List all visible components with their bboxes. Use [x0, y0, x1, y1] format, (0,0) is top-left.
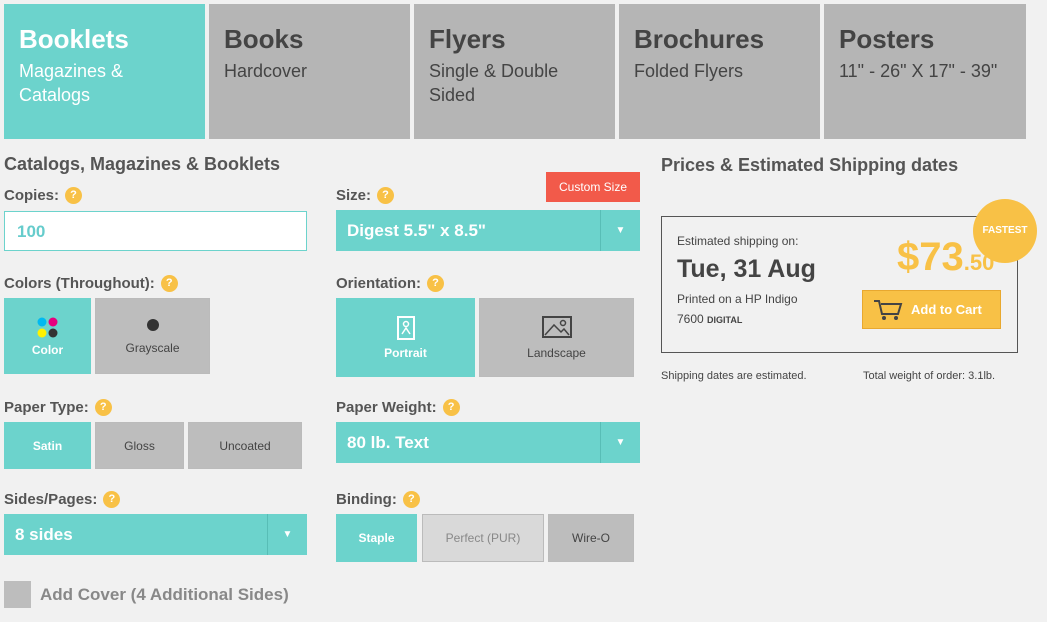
sides-select-value: 8 sides: [15, 524, 73, 544]
custom-size-button[interactable]: Custom Size: [546, 172, 640, 202]
tab-subtitle: 11" - 26" X 17" - 39": [839, 61, 998, 81]
paper-weight-select[interactable]: 80 lb. Text ▼: [336, 422, 640, 463]
size-select[interactable]: Digest 5.5" x 8.5" ▼: [336, 210, 640, 251]
sides-label: Sides/Pages: ?: [4, 491, 121, 508]
tab-posters[interactable]: Posters 11" - 26" X 17" - 39": [824, 4, 1026, 139]
add-cover-checkbox[interactable]: [4, 581, 31, 608]
orientation-label-text: Orientation:: [336, 275, 421, 292]
tab-subtitle: Magazines & Catalogs: [19, 61, 124, 105]
paper-type-label-text: Paper Type:: [4, 399, 89, 416]
shipping-note: Shipping dates are estimated.: [661, 370, 807, 382]
size-select-value: Digest 5.5" x 8.5": [347, 220, 486, 240]
paper-weight-label: Paper Weight: ?: [336, 399, 460, 416]
color-option-color[interactable]: Color: [4, 298, 91, 374]
estimated-shipping-label: Estimated shipping on:: [677, 234, 799, 248]
chevron-down-icon: ▼: [600, 210, 640, 251]
orientation-label: Orientation: ?: [336, 275, 444, 292]
sides-label-text: Sides/Pages:: [4, 491, 98, 508]
binding-option-label: Wire-O: [572, 531, 610, 545]
help-icon[interactable]: ?: [442, 399, 460, 416]
portrait-label: Portrait: [384, 345, 427, 360]
paper-weight-label-text: Paper Weight:: [336, 399, 437, 416]
binding-option-label: Perfect (PUR): [445, 531, 521, 545]
add-cover-label: Add Cover (4 Additional Sides): [40, 585, 289, 604]
help-icon[interactable]: ?: [427, 275, 444, 292]
help-icon[interactable]: ?: [103, 491, 121, 508]
landscape-icon: [541, 315, 572, 338]
add-to-cart-label: Add to Cart: [911, 302, 982, 317]
paper-type-option-label: Gloss: [124, 438, 155, 453]
copies-label-text: Copies:: [4, 187, 60, 204]
help-icon[interactable]: ?: [94, 399, 112, 416]
binding-label: Binding: ?: [336, 491, 420, 508]
portrait-icon: [396, 315, 415, 340]
pricing-title: Prices & Estimated Shipping dates: [661, 155, 959, 175]
orientation-portrait[interactable]: Portrait: [336, 298, 475, 377]
orientation-landscape[interactable]: Landscape: [479, 298, 634, 377]
section-title: Catalogs, Magazines & Booklets: [4, 154, 281, 174]
help-icon[interactable]: ?: [65, 187, 83, 204]
weight-note: Total weight of order: 3.1lb.: [863, 370, 996, 382]
add-to-cart-button[interactable]: Add to Cart: [862, 290, 1001, 329]
chevron-down-icon: ▼: [600, 422, 640, 463]
tab-title: Booklets: [19, 24, 129, 54]
tab-title: Posters: [839, 24, 935, 54]
binding-staple[interactable]: Staple: [336, 514, 417, 562]
price-box: Estimated shipping on: Tue, 31 Aug Print…: [661, 216, 1018, 353]
size-label-text: Size:: [336, 187, 372, 204]
copies-input[interactable]: 100: [4, 211, 307, 251]
paper-type-gloss[interactable]: Gloss: [95, 422, 184, 469]
black-dot-icon: [146, 319, 159, 331]
chevron-down-icon: ▼: [267, 514, 307, 555]
sides-select[interactable]: 8 sides ▼: [4, 514, 307, 555]
tab-title: Books: [224, 24, 304, 54]
color-option-label: Color: [31, 342, 64, 357]
tab-title: Flyers: [429, 24, 506, 54]
tab-subtitle: Folded Flyers: [634, 61, 744, 81]
colors-label: Colors (Throughout): ?: [4, 275, 178, 292]
printer-type: DIGITAL: [707, 315, 743, 325]
size-label: Size: ?: [336, 187, 395, 204]
cart-icon: [874, 299, 903, 320]
binding-wire-o[interactable]: Wire-O: [548, 514, 634, 562]
paper-weight-select-value: 80 lb. Text: [347, 432, 429, 452]
tab-books[interactable]: Books Hardcover: [209, 4, 410, 139]
printed-on-text: Printed on a HP Indigo: [677, 292, 798, 306]
help-icon[interactable]: ?: [402, 491, 420, 508]
price-dollars: $73: [897, 235, 964, 279]
tab-brochures[interactable]: Brochures Folded Flyers: [619, 4, 820, 139]
binding-perfect[interactable]: Perfect (PUR): [422, 514, 544, 562]
help-icon[interactable]: ?: [160, 275, 178, 292]
tab-subtitle: Hardcover: [224, 61, 308, 81]
tab-subtitle: Single & Double Sided: [429, 61, 559, 105]
landscape-label: Landscape: [527, 345, 586, 360]
paper-type-option-label: Satin: [32, 438, 63, 453]
tab-flyers[interactable]: Flyers Single & Double Sided: [414, 4, 615, 139]
printer-model-number: 7600: [677, 312, 704, 326]
tab-booklets[interactable]: Booklets Magazines & Catalogs: [4, 4, 205, 139]
colors-label-text: Colors (Throughout):: [4, 275, 155, 292]
grayscale-option-label: Grayscale: [125, 341, 180, 355]
paper-type-label: Paper Type: ?: [4, 399, 112, 416]
binding-option-label: Staple: [358, 531, 395, 545]
fastest-badge: FASTEST: [973, 199, 1037, 263]
paper-type-option-label: Uncoated: [219, 438, 271, 453]
color-option-grayscale[interactable]: Grayscale: [95, 298, 210, 374]
tab-title: Brochures: [634, 24, 765, 54]
copies-label: Copies: ?: [4, 187, 83, 204]
printer-model: 7600 DIGITAL: [677, 312, 742, 326]
ship-date: Tue, 31 Aug: [677, 255, 816, 283]
paper-type-satin[interactable]: Satin: [4, 422, 91, 469]
paper-type-uncoated[interactable]: Uncoated: [188, 422, 302, 469]
binding-label-text: Binding:: [336, 491, 397, 508]
help-icon[interactable]: ?: [377, 187, 395, 204]
color-dots-icon: [37, 317, 57, 337]
